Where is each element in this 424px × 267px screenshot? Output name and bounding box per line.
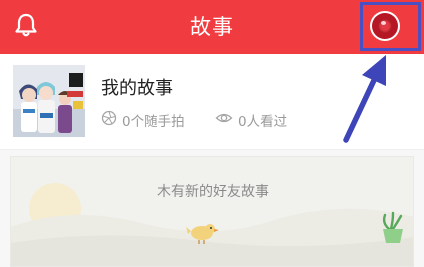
annotation-highlight-box [360,2,421,51]
empty-state-card: 木有新的好友故事 [10,156,414,267]
photo-count-label: 0个随手拍 [122,114,185,130]
story-title: 我的故事 [101,78,173,99]
viewer-count-label: 0人看过 [238,114,288,130]
story-cover-image [13,65,85,137]
friend-stories-feed: 木有新的好友故事 [0,150,424,267]
empty-feed-message: 木有新的好友故事 [157,184,269,200]
my-story-row[interactable]: 我的故事 0个随手拍 0人看过 [0,54,424,150]
viewer-count-stat: 0人看过 [215,110,288,130]
photo-count-stat: 0个随手拍 [101,110,185,130]
camera-shutter-icon [101,110,122,130]
eye-icon [215,110,238,130]
